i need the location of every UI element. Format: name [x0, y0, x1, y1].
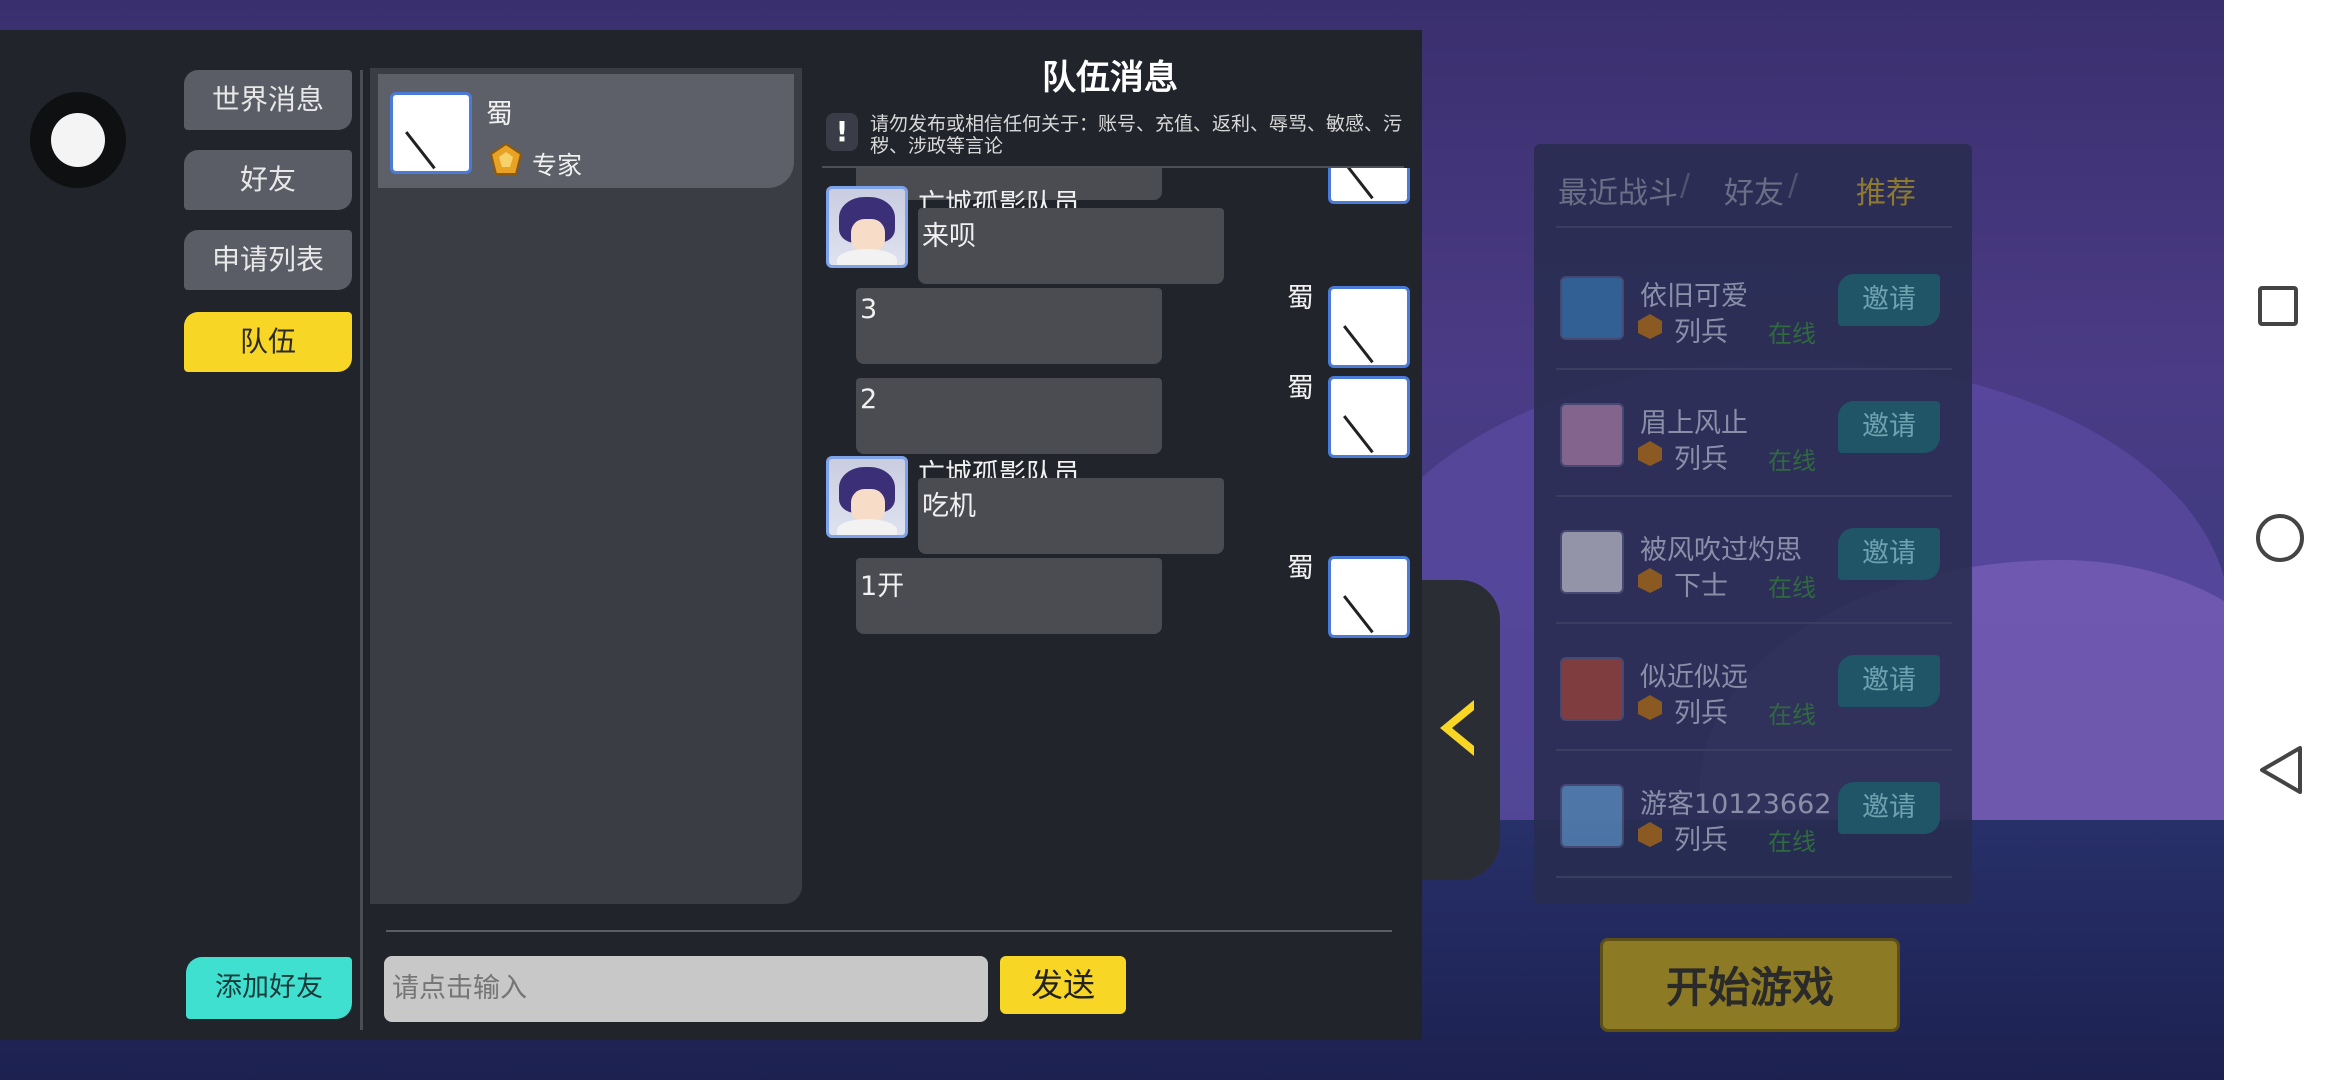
rank-badge-icon	[1638, 314, 1662, 339]
row-divider	[1556, 368, 1952, 370]
message-sender: 蜀	[1287, 373, 1314, 404]
recents-button[interactable]	[2256, 284, 2308, 336]
tab-team[interactable]: 队伍	[184, 312, 352, 372]
my-avatar[interactable]	[1328, 286, 1410, 368]
back-icon	[2260, 746, 2302, 794]
invite-button[interactable]: 邀请	[1838, 274, 1940, 326]
add-friend-button[interactable]: 添加好友	[186, 957, 352, 1019]
chat-title: 队伍消息	[1042, 58, 1178, 98]
message-sender: 蜀	[1287, 283, 1314, 314]
rank-badge-icon	[1638, 822, 1662, 847]
send-button[interactable]: 发送	[1000, 956, 1126, 1014]
rank-badge-icon	[1638, 441, 1662, 466]
player-name: 游客10123662	[1640, 789, 1832, 820]
recents-icon	[2258, 286, 2298, 326]
message-bubble: 吃机	[918, 478, 1224, 554]
player-name: 依旧可爱	[1640, 281, 1748, 312]
invite-button[interactable]: 邀请	[1838, 528, 1940, 580]
chat-message-list[interactable]: 单挑玩不玩亡城孤影队员来呗蜀3蜀2亡城孤影队员吃机蜀1开	[822, 168, 1422, 918]
message-sender: 蜀	[1287, 553, 1314, 584]
chat-input[interactable]	[384, 956, 988, 1022]
tab-separator: /	[1788, 168, 1799, 203]
row-divider	[1556, 876, 1952, 878]
invite-button[interactable]: 邀请	[1838, 655, 1940, 707]
home-button[interactable]	[2256, 514, 2308, 566]
player-status: 在线	[1768, 447, 1816, 475]
row-divider	[1556, 226, 1952, 228]
invite-button[interactable]: 邀请	[1838, 401, 1940, 453]
avatar-face	[851, 219, 885, 253]
my-avatar[interactable]	[1328, 376, 1410, 458]
friend-rank: 专家	[532, 151, 583, 180]
player-rank: 列兵	[1674, 698, 1728, 729]
player-status: 在线	[1768, 320, 1816, 348]
message-bubble: 3	[856, 288, 1162, 364]
player-avatar[interactable]	[1560, 530, 1624, 594]
start-game-button[interactable]: 开始游戏	[1600, 938, 1900, 1032]
avatar-shirt	[837, 519, 897, 535]
teammate-message: 亡城孤影队员 来呗	[822, 186, 1422, 284]
player-avatar[interactable]	[1560, 784, 1624, 848]
row-divider	[1556, 622, 1952, 624]
tab-separator: /	[1680, 168, 1691, 203]
warning-icon: !	[826, 113, 858, 151]
back-button[interactable]	[2256, 744, 2308, 796]
tab-friends[interactable]: 好友	[184, 150, 352, 210]
friend-list	[370, 68, 802, 904]
friend-avatar	[390, 92, 472, 174]
tab-request-list[interactable]: 申请列表	[184, 230, 352, 290]
message-bubble: 1开	[856, 558, 1162, 634]
avatar-shirt	[837, 249, 897, 265]
rank-badge-icon	[1638, 695, 1662, 720]
rank-badge-icon	[489, 142, 523, 175]
player-status: 在线	[1768, 828, 1816, 856]
player-rank: 列兵	[1674, 444, 1728, 475]
home-icon	[2256, 514, 2304, 562]
player-rank: 列兵	[1674, 317, 1728, 348]
tab-recommend[interactable]: 推荐	[1856, 168, 1916, 212]
player-status: 在线	[1768, 701, 1816, 729]
row-divider	[1556, 749, 1952, 751]
chat-warning-notice: 请勿发布或相信任何关于：账号、充值、返利、辱骂、敏感、污秽、涉政等言论	[870, 113, 1403, 157]
friend-name: 蜀	[486, 99, 513, 130]
divider	[360, 70, 363, 1030]
divider	[386, 930, 1392, 932]
player-name: 被风吹过灼思	[1640, 535, 1802, 566]
teammate-message: 亡城孤影队员 吃机	[822, 456, 1422, 554]
player-name: 眉上风止	[1640, 408, 1748, 439]
invite-button[interactable]: 邀请	[1838, 782, 1940, 834]
player-avatar[interactable]	[1560, 276, 1624, 340]
teammate-avatar[interactable]	[826, 456, 908, 538]
my-message: 蜀3	[822, 276, 1422, 368]
my-avatar[interactable]	[1328, 556, 1410, 638]
player-avatar[interactable]	[1560, 657, 1624, 721]
tab-world-messages[interactable]: 世界消息	[184, 70, 352, 130]
message-bubble: 2	[856, 378, 1162, 454]
message-bubble: 来呗	[918, 208, 1224, 284]
my-message: 蜀2	[822, 366, 1422, 458]
player-rank: 列兵	[1674, 825, 1728, 856]
rank-badge-icon	[1638, 568, 1662, 593]
tab-recent-battles[interactable]: 最近战斗	[1558, 168, 1678, 212]
menu-icon	[51, 113, 105, 167]
my-message: 蜀 1开	[822, 546, 1422, 638]
player-avatar[interactable]	[1560, 403, 1624, 467]
player-rank: 下士	[1674, 571, 1728, 602]
teammate-avatar[interactable]	[826, 186, 908, 268]
player-status: 在线	[1768, 574, 1816, 602]
tab-lobby-friends[interactable]: 好友	[1724, 168, 1784, 212]
menu-button[interactable]	[30, 92, 126, 188]
player-name: 似近似远	[1640, 662, 1748, 693]
avatar-face	[851, 489, 885, 523]
collapse-arrow-icon[interactable]	[1440, 700, 1474, 756]
row-divider	[1556, 495, 1952, 497]
